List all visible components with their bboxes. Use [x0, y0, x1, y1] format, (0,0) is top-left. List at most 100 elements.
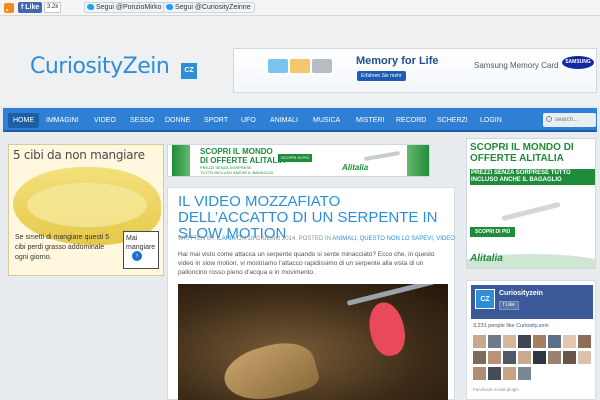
ad-subline: PREZZI SENZA SORPRESE TUTTO INCLUSO ANCH… [470, 169, 595, 185]
avatar[interactable] [548, 335, 561, 348]
facebook-plugin-label: Facebook social plugin [473, 387, 519, 392]
nav-item-musica[interactable]: MUSICA [313, 113, 340, 128]
samsung-logo: SAMSUNG [562, 56, 594, 69]
avatar[interactable] [473, 335, 486, 348]
avatar[interactable] [488, 335, 501, 348]
avatar[interactable] [473, 351, 486, 364]
nav-item-home[interactable]: HOME [8, 113, 39, 128]
balloon-graphic [364, 299, 410, 359]
article-author-link[interactable]: ILARIA [217, 236, 236, 242]
facebook-like-count: 3.2k [44, 2, 62, 13]
ad-cta-button[interactable]: SCOPRI DI PIÙ [278, 154, 313, 162]
airplane-image [363, 150, 401, 162]
facebook-box-header: CZ Curiosityzein f Like [471, 285, 593, 319]
nav-item-donne[interactable]: DONNE [165, 113, 190, 128]
twitter-follow-label: Segui @CuriosityZeinne [175, 4, 251, 11]
arrow-right-icon[interactable]: › [132, 251, 142, 261]
avatar[interactable] [578, 335, 591, 348]
people-like-page-link[interactable]: Curiosity.zein [516, 323, 549, 329]
nav-item-scherzi[interactable]: SCHERZI [437, 113, 468, 128]
ad-headline-line-1: SCOPRI IL MONDO [200, 147, 273, 156]
page-name-link[interactable]: Curiosityzein [499, 290, 543, 297]
twitter-follow-button-2[interactable]: Segui @CuriosityZeinne [163, 2, 255, 13]
article-image[interactable] [178, 284, 448, 400]
snake-graphic [218, 334, 322, 400]
ad-text: Se smetti di mangiare questi 5 cibi perd… [15, 234, 110, 261]
ad-stripe [172, 145, 190, 176]
avatar[interactable] [503, 335, 516, 348]
article-categories-link[interactable]: ANIMALI, QUESTO NON LO SAPEVI, VIDEO [332, 236, 455, 242]
avatar[interactable] [488, 351, 501, 364]
avatar[interactable] [563, 351, 576, 364]
facebook-like-label: Like [505, 302, 515, 308]
memory-card-icon [268, 59, 288, 73]
search-box [543, 113, 596, 127]
alitalia-logo: Alitalia [342, 163, 369, 172]
article-card: IL VIDEO MOZZAFIATO DELL’ACCATTO DI UN S… [167, 187, 455, 400]
tongs-graphic [346, 284, 436, 306]
nav-item-record[interactable]: RECORD [396, 113, 426, 128]
left-sidebar-ad[interactable]: 5 cibi da non mangiare Se smetti di mang… [8, 144, 164, 276]
banner-cta-button[interactable]: Erfahren Sie mehr [357, 71, 406, 81]
search-icon[interactable] [546, 116, 552, 122]
avatar[interactable] [578, 351, 591, 364]
ad-subline: PREZZI SENZA SORPRESE TUTTO INCLUSO ANCH… [200, 165, 273, 175]
avatar[interactable] [533, 351, 546, 364]
avatar[interactable] [518, 367, 531, 380]
twitter-follow-button-1[interactable]: Segui @PonzioMirko [84, 2, 166, 13]
meta-prefix: WRITTEN BY [178, 236, 215, 242]
nav-item-sport[interactable]: SPORT [204, 113, 228, 128]
samsung-banner-ad[interactable]: Memory for Life Erfahren Sie mehr Samsun… [233, 48, 597, 93]
rss-icon[interactable] [4, 3, 14, 13]
airplane-image [501, 201, 561, 222]
site-logo-badge[interactable]: CZ [181, 63, 197, 79]
nav-item-sesso[interactable]: SESSO [130, 113, 154, 128]
nav-item-login[interactable]: LOGIN [480, 113, 502, 128]
ad-stripe [407, 145, 429, 176]
memory-card-icon [290, 59, 310, 73]
facebook-like-button[interactable]: f Like [18, 2, 43, 13]
avatar[interactable] [503, 351, 516, 364]
ad-subline-line-2: TUTTO INCLUSO ANCHE IL BAGAGLIO [200, 170, 274, 175]
people-like-text: 3,231 people like Curiosity.zein [473, 323, 549, 329]
facebook-like-box: CZ Curiosityzein f Like 3,231 people lik… [466, 280, 596, 400]
nav-item-immagini[interactable]: IMMAGINI [46, 113, 79, 128]
article-title[interactable]: IL VIDEO MOZZAFIATO DELL’ACCATTO DI UN S… [178, 194, 448, 242]
twitter-bird-icon [166, 4, 173, 10]
nav-item-video[interactable]: VIDEO [94, 113, 116, 128]
ad-headline: SCOPRI IL MONDO DI OFFERTE ALITALIA [200, 147, 285, 165]
site-logo[interactable]: CuriosityZein [30, 54, 170, 79]
meta-date: ON 18 GIUGNO 2014. POSTED IN [236, 236, 331, 242]
twitter-follow-label: Segui @PonzioMirko [96, 4, 162, 11]
avatar[interactable] [518, 351, 531, 364]
article-meta: WRITTEN BY ILARIA ON 18 GIUGNO 2014. POS… [178, 236, 455, 242]
facebook-like-label: Like [25, 4, 40, 11]
top-bar: f Like 3.2k Segui @PonzioMirko Segui @Cu… [0, 0, 600, 16]
people-like-count: 3,231 people like [473, 323, 515, 329]
avatar[interactable] [533, 335, 546, 348]
avatar[interactable] [473, 367, 486, 380]
nav-item-misteri[interactable]: MISTERI [356, 113, 384, 128]
article-excerpt: Hai mai visto come attacca un serpente q… [178, 251, 435, 276]
ad-cta-box[interactable]: Mai mangiare [123, 231, 159, 269]
ad-headline: SCOPRI IL MONDO DI OFFERTE ALITALIA [470, 142, 574, 164]
twitter-bird-icon [87, 4, 94, 10]
ad-headline-line-2: DI OFFERTE ALITALIA [200, 156, 286, 165]
alitalia-sidebar-ad[interactable]: SCOPRI IL MONDO DI OFFERTE ALITALIA PREZ… [466, 138, 596, 269]
avatar[interactable] [503, 367, 516, 380]
nav-item-ufo[interactable]: UFO [241, 113, 256, 128]
nav-item-animali[interactable]: ANIMALI [270, 113, 298, 128]
banner-title: Memory for Life [356, 55, 439, 67]
page-avatar[interactable]: CZ [475, 289, 495, 309]
main-nav: HOME IMMAGINI VIDEO SESSO DONNE SPORT UF… [3, 108, 597, 132]
alitalia-banner-ad[interactable]: SCOPRI IL MONDO DI OFFERTE ALITALIA PREZ… [167, 144, 430, 177]
avatar[interactable] [563, 335, 576, 348]
search-input[interactable] [555, 115, 595, 125]
avatar[interactable] [548, 351, 561, 364]
alitalia-logo: Alitalia [470, 253, 503, 264]
avatar[interactable] [518, 335, 531, 348]
memory-card-icon [312, 59, 332, 73]
avatar[interactable] [488, 367, 501, 380]
ad-cta-button[interactable]: SCOPRI DI PIÙ [470, 227, 516, 237]
facebook-like-button[interactable]: f Like [499, 301, 519, 310]
